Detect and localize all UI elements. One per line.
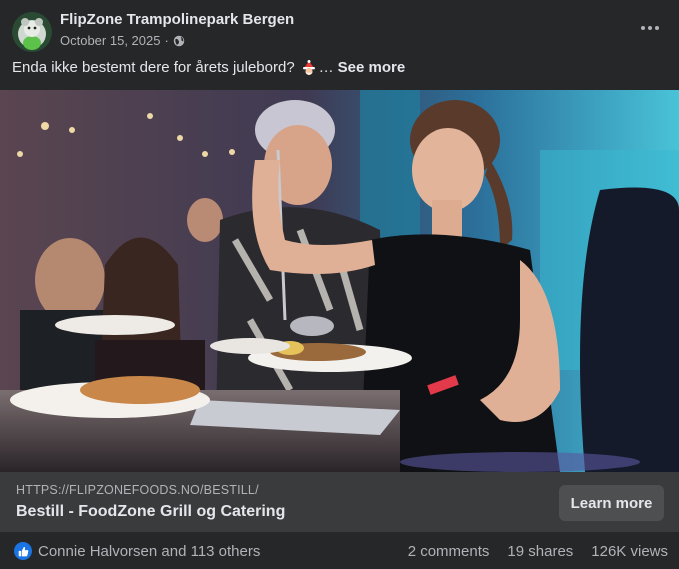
post-caption: Enda ikke bestemt dere for årets julebor… xyxy=(12,59,405,76)
learn-more-button[interactable]: Learn more xyxy=(559,485,664,521)
more-options-icon-dot xyxy=(648,26,652,30)
page-name-link[interactable]: FlipZone Trampolinepark Bergen xyxy=(60,11,294,28)
meta-separator: · xyxy=(164,33,169,48)
post-stats: 2 comments 19 shares 126K views xyxy=(408,543,668,560)
mascot-avatar-image xyxy=(12,12,52,52)
caption-ellipsis: … xyxy=(318,59,334,76)
views-count: 126K views xyxy=(591,543,668,560)
santa-emoji-icon xyxy=(302,59,315,75)
post-date[interactable]: October 15, 2025 xyxy=(60,33,160,48)
like-icon[interactable] xyxy=(14,542,32,560)
post-footer: Connie Halvorsen and 113 others 2 commen… xyxy=(0,532,679,569)
thumbs-up-icon xyxy=(18,546,28,556)
link-url: HTTPS://FLIPZONEFOODS.NO/BESTILL/ xyxy=(16,483,259,497)
see-more-link[interactable]: See more xyxy=(338,59,406,76)
more-options-icon xyxy=(641,26,645,30)
shares-count[interactable]: 19 shares xyxy=(507,543,573,560)
reactions-summary[interactable]: Connie Halvorsen and 113 others xyxy=(38,543,260,560)
facebook-post: FlipZone Trampolinepark Bergen October 1… xyxy=(0,0,679,569)
link-title: Bestill - FoodZone Grill og Catering xyxy=(16,503,286,520)
caption-text: Enda ikke bestemt dere for årets julebor… xyxy=(12,59,295,76)
more-options-button[interactable] xyxy=(634,12,666,44)
post-meta: October 15, 2025 · xyxy=(60,33,185,48)
link-preview[interactable]: HTTPS://FLIPZONEFOODS.NO/BESTILL/ Bestil… xyxy=(0,472,679,532)
post-photo[interactable] xyxy=(0,90,679,472)
page-avatar[interactable] xyxy=(12,12,52,52)
comments-count[interactable]: 2 comments xyxy=(408,543,490,560)
globe-icon[interactable] xyxy=(173,35,185,47)
more-options-icon-dot xyxy=(655,26,659,30)
